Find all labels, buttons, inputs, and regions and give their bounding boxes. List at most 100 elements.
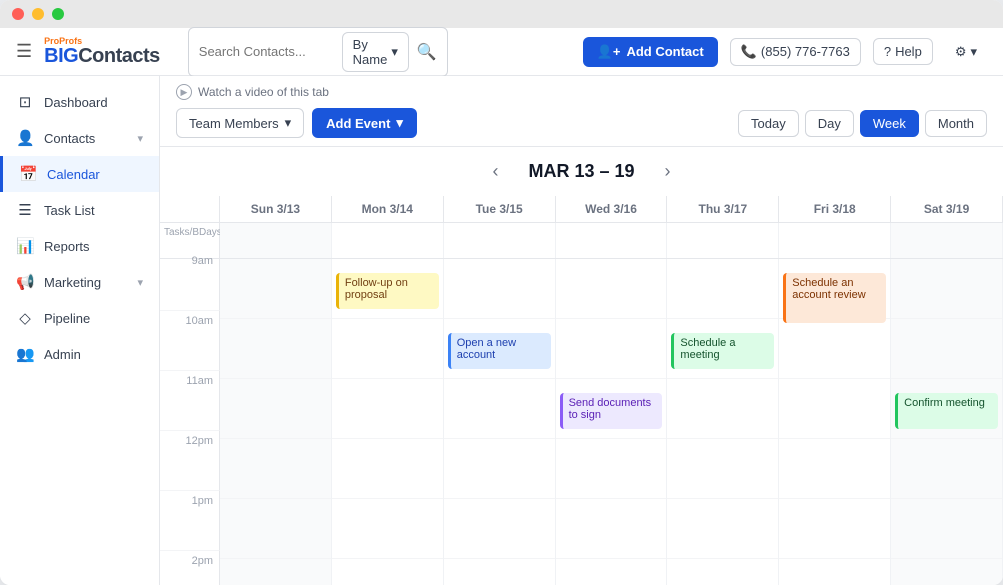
sidebar-item-tasklist[interactable]: ☰ Task List bbox=[0, 192, 159, 228]
day-header-4: Thu 3/17 bbox=[667, 196, 779, 222]
day-column-0[interactable] bbox=[220, 259, 332, 585]
help-button[interactable]: ? Help bbox=[873, 38, 933, 65]
contacts-icon: 👤 bbox=[16, 129, 34, 147]
dashboard-icon: ⊡ bbox=[16, 93, 34, 111]
help-icon: ? bbox=[884, 44, 891, 59]
settings-button[interactable]: ⚙ ▾ bbox=[945, 39, 987, 65]
month-button[interactable]: Month bbox=[925, 110, 987, 137]
sidebar-item-marketing[interactable]: 📢 Marketing ▾ bbox=[0, 264, 159, 300]
maximize-button[interactable] bbox=[52, 8, 64, 20]
close-button[interactable] bbox=[12, 8, 24, 20]
content-header: ▶ Watch a video of this tab Team Members… bbox=[160, 76, 1003, 147]
sidebar-item-calendar[interactable]: 📅 Calendar bbox=[0, 156, 159, 192]
tasks-cell-3 bbox=[556, 223, 668, 258]
prev-arrow[interactable]: ‹ bbox=[482, 157, 508, 186]
search-input[interactable] bbox=[199, 44, 334, 59]
search-icon[interactable]: 🔍 bbox=[417, 42, 437, 62]
watch-video-link[interactable]: ▶ Watch a video of this tab bbox=[176, 84, 987, 100]
day-header-2: Tue 3/15 bbox=[444, 196, 556, 222]
content-area: ▶ Watch a video of this tab Team Members… bbox=[160, 76, 1003, 585]
sidebar-item-admin[interactable]: 👥 Admin bbox=[0, 336, 159, 372]
admin-icon: 👥 bbox=[16, 345, 34, 363]
sidebar-label-marketing: Marketing bbox=[44, 275, 101, 290]
event-e5[interactable]: Schedule an account review bbox=[783, 273, 886, 323]
event-e2[interactable]: Open a new account bbox=[448, 333, 551, 369]
tasks-cell-2 bbox=[444, 223, 556, 258]
day-column-1[interactable]: Follow-up on proposal bbox=[332, 259, 444, 585]
time-label-1pm: 1pm bbox=[160, 491, 220, 551]
week-button[interactable]: Week bbox=[860, 110, 919, 137]
main-layout: ⊡ Dashboard 👤 Contacts ▾ 📅 Calendar ☰ Ta… bbox=[0, 76, 1003, 585]
sidebar-label-pipeline: Pipeline bbox=[44, 311, 90, 326]
phone-button[interactable]: 📞 (855) 776-7763 bbox=[730, 38, 861, 66]
title-bar bbox=[0, 0, 1003, 28]
event-e3[interactable]: Send documents to sign bbox=[560, 393, 663, 429]
calendar-icon: 📅 bbox=[19, 165, 37, 183]
logo-big: BIG bbox=[44, 45, 78, 67]
sidebar-label-contacts: Contacts bbox=[44, 131, 95, 146]
marketing-icon: 📢 bbox=[16, 273, 34, 291]
tasks-cell-5 bbox=[779, 223, 891, 258]
chevron-down-icon: ▾ bbox=[391, 44, 398, 60]
tasks-cell-1 bbox=[332, 223, 444, 258]
add-contact-icon: 👤+ bbox=[597, 44, 621, 60]
day-header-0: Sun 3/13 bbox=[220, 196, 332, 222]
gear-icon: ⚙ bbox=[955, 44, 967, 60]
calendar-body: 9am10am11am12pm1pm2pmFollow-up on propos… bbox=[160, 259, 1003, 585]
sidebar-item-pipeline[interactable]: ◇ Pipeline bbox=[0, 300, 159, 336]
calendar-nav: ‹ MAR 13 – 19 › bbox=[160, 147, 1003, 196]
sidebar-item-contacts[interactable]: 👤 Contacts ▾ bbox=[0, 120, 159, 156]
top-nav: ☰ ProProfs BIGContacts By Name ▾ 🔍 👤+ Ad… bbox=[0, 28, 1003, 76]
tasks-cell-0 bbox=[220, 223, 332, 258]
team-members-button[interactable]: Team Members ▾ bbox=[176, 108, 304, 138]
day-column-5[interactable]: Schedule an account review bbox=[779, 259, 891, 585]
day-column-4[interactable]: Schedule a meeting bbox=[667, 259, 779, 585]
time-label-12pm: 12pm bbox=[160, 431, 220, 491]
reports-icon: 📊 bbox=[16, 237, 34, 255]
logo: ProProfs BIGContacts bbox=[44, 37, 160, 66]
calendar-grid: Sun 3/13 Mon 3/14 Tue 3/15 Wed 3/16 Thu … bbox=[160, 196, 1003, 585]
day-header-1: Mon 3/14 bbox=[332, 196, 444, 222]
chevron-down-icon: ▾ bbox=[285, 115, 292, 131]
time-label-9am: 9am bbox=[160, 251, 220, 311]
sidebar-item-dashboard[interactable]: ⊡ Dashboard bbox=[0, 84, 159, 120]
chevron-icon: ▾ bbox=[137, 276, 143, 289]
time-label-2pm: 2pm bbox=[160, 551, 220, 585]
calendar-title: MAR 13 – 19 bbox=[528, 161, 634, 182]
sidebar-label-reports: Reports bbox=[44, 239, 90, 254]
play-icon: ▶ bbox=[176, 84, 192, 100]
logo-contacts: Contacts bbox=[78, 45, 160, 67]
chevron-icon: ▾ bbox=[137, 132, 143, 145]
add-event-button[interactable]: Add Event ▾ bbox=[312, 108, 417, 138]
calendar: ‹ MAR 13 – 19 › Sun 3/13 Mon 3/14 Tue 3/… bbox=[160, 147, 1003, 585]
minimize-button[interactable] bbox=[32, 8, 44, 20]
sidebar-label-dashboard: Dashboard bbox=[44, 95, 108, 110]
search-bar: By Name ▾ 🔍 bbox=[188, 27, 448, 77]
calendar-header: Sun 3/13 Mon 3/14 Tue 3/15 Wed 3/16 Thu … bbox=[160, 196, 1003, 223]
sidebar-label-tasklist: Task List bbox=[44, 203, 95, 218]
sidebar: ⊡ Dashboard 👤 Contacts ▾ 📅 Calendar ☰ Ta… bbox=[0, 76, 160, 585]
today-button[interactable]: Today bbox=[738, 110, 799, 137]
phone-icon: 📞 bbox=[741, 44, 757, 60]
add-contact-button[interactable]: 👤+ Add Contact bbox=[583, 37, 718, 67]
event-e1[interactable]: Follow-up on proposal bbox=[336, 273, 439, 309]
event-e6[interactable]: Confirm meeting bbox=[895, 393, 998, 429]
tasks-row: Tasks/BDays bbox=[160, 223, 1003, 259]
sidebar-item-reports[interactable]: 📊 Reports bbox=[0, 228, 159, 264]
by-name-button[interactable]: By Name ▾ bbox=[342, 32, 409, 72]
chevron-down-icon: ▾ bbox=[970, 44, 977, 60]
day-column-3[interactable]: Send documents to sign bbox=[556, 259, 668, 585]
day-column-2[interactable]: Open a new account bbox=[444, 259, 556, 585]
day-header-5: Fri 3/18 bbox=[779, 196, 891, 222]
sidebar-label-calendar: Calendar bbox=[47, 167, 100, 182]
hamburger-icon[interactable]: ☰ bbox=[16, 41, 32, 62]
tasks-cell-4 bbox=[667, 223, 779, 258]
day-button[interactable]: Day bbox=[805, 110, 854, 137]
time-header bbox=[160, 196, 220, 222]
day-column-6[interactable]: Confirm meeting bbox=[891, 259, 1003, 585]
tasklist-icon: ☰ bbox=[16, 201, 34, 219]
next-arrow[interactable]: › bbox=[655, 157, 681, 186]
toolbar: Team Members ▾ Add Event ▾ Today Day Wee… bbox=[176, 108, 987, 138]
day-header-6: Sat 3/19 bbox=[891, 196, 1003, 222]
event-e4[interactable]: Schedule a meeting bbox=[671, 333, 774, 369]
